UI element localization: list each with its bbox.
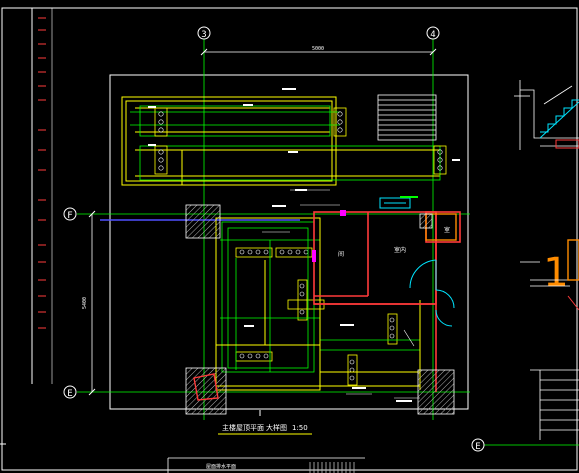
dim-text-top: 5000 <box>312 46 324 52</box>
drawing-canvas: 3 4 F E E 5000 5400 间 室内 室 1 主楼屋顶平面 大样图 … <box>0 7 579 473</box>
sheet-frame <box>1 7 578 471</box>
room-label-1: 间 <box>338 250 344 258</box>
leader-lines <box>262 189 420 399</box>
room-label-3: 室 <box>444 226 450 234</box>
window-symbol-icon <box>379 197 411 209</box>
cad-viewport[interactable]: 3 4 F E E 5000 5400 间 室内 室 1 主楼屋顶平面 大样图 … <box>0 0 579 473</box>
grid-label-row-bottom: E <box>67 389 72 399</box>
stair-icon <box>377 94 437 141</box>
section-red-band <box>555 139 579 149</box>
large-mark: 1 <box>543 250 568 296</box>
section-stair-cyan <box>539 99 579 139</box>
room-label-2: 室内 <box>394 246 406 254</box>
grid-lines <box>77 38 579 446</box>
roof-beam-green <box>130 105 441 181</box>
drawing-scale-label: 大样图 <box>266 423 287 432</box>
grid-label-row-top: F <box>67 211 72 221</box>
drawing-title: 主楼屋顶平面 <box>222 423 264 432</box>
dim-text-side: 5400 <box>82 297 88 309</box>
grid-label-side-row: E <box>475 442 480 452</box>
grid-label-col-right: 4 <box>430 30 435 40</box>
bottom-hatch <box>309 462 355 473</box>
bottom-note: 屋面排水平面 <box>206 463 236 470</box>
walls <box>313 211 461 392</box>
title-strip-marks <box>38 17 46 329</box>
grid-label-col-left: 3 <box>201 30 206 40</box>
door-swing-icon <box>409 259 455 327</box>
drawing-scale: 1:50 <box>292 424 308 432</box>
